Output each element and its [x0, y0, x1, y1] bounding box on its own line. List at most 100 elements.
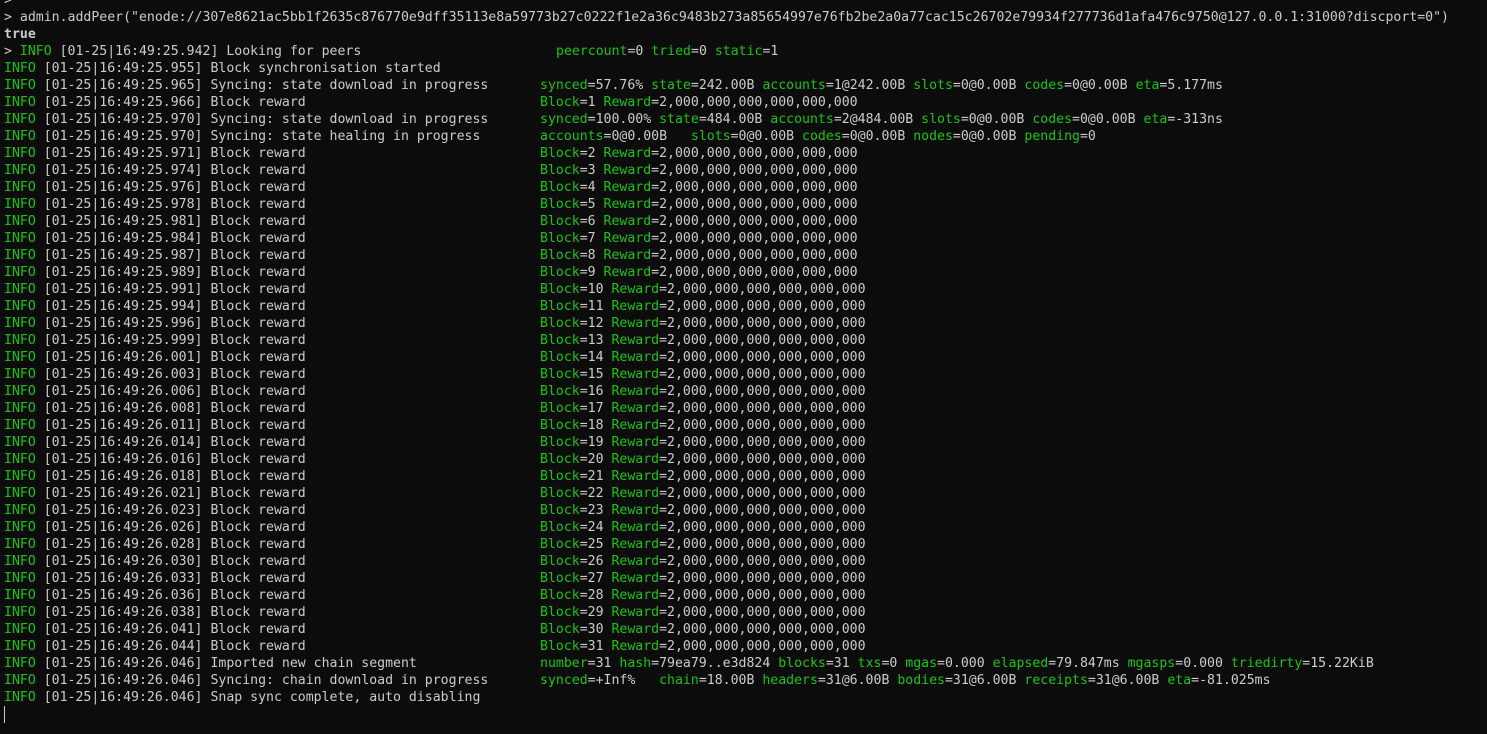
log-message: Syncing: state healing in progress	[210, 129, 481, 144]
field-value: =0@0.00B	[952, 78, 1025, 93]
log-level: INFO	[4, 78, 36, 93]
field-value: =31	[587, 656, 620, 671]
log-level: INFO	[4, 333, 36, 348]
log-message: Block reward	[210, 367, 306, 382]
field-key: Reward	[603, 248, 652, 263]
field-value: =2,000,000,000,000,000,000	[659, 367, 866, 382]
log-line: INFO [01-25|16:49:26.006] Block reward Bl…	[4, 383, 1487, 400]
log-timestamp: [01-25|16:49:26.030]	[35, 554, 211, 569]
log-message: Block reward	[210, 554, 306, 569]
field-value: =31@6.00B	[944, 673, 1025, 688]
input-line[interactable]	[4, 706, 1487, 723]
field-value: =31	[579, 639, 612, 654]
log-fields: Block=22 Reward=2,000,000,000,000,000,00…	[540, 485, 866, 502]
field-key: Reward	[603, 163, 652, 178]
field-value: =1	[762, 44, 779, 59]
field-value: =2,000,000,000,000,000,000	[659, 588, 866, 603]
field-value: =0.000	[1175, 656, 1231, 671]
log-fields: Block=5 Reward=2,000,000,000,000,000,000	[540, 196, 858, 213]
log-timestamp: [01-25|16:49:25.981]	[35, 214, 211, 229]
field-value: =18.00B	[698, 673, 763, 688]
field-value: =2,000,000,000,000,000,000	[651, 265, 858, 280]
field-key: Reward	[611, 605, 660, 620]
field-key: tried	[651, 44, 691, 59]
field-value: =15.22KiB	[1302, 656, 1374, 671]
field-value: =0@0.00B	[960, 112, 1033, 127]
field-value: =19	[579, 435, 612, 450]
log-level: INFO	[4, 214, 36, 229]
log-timestamp: [01-25|16:49:26.018]	[35, 469, 211, 484]
log-message: Block reward	[210, 588, 306, 603]
field-value: =2,000,000,000,000,000,000	[659, 520, 866, 535]
log-fields: Block=10 Reward=2,000,000,000,000,000,00…	[540, 281, 866, 298]
field-value: =25	[579, 537, 612, 552]
log-timestamp: [01-25|16:49:25.970]	[35, 112, 211, 127]
log-fields: Block=21 Reward=2,000,000,000,000,000,00…	[540, 468, 866, 485]
field-value: =2,000,000,000,000,000,000	[651, 95, 858, 110]
field-value: =12	[579, 316, 612, 331]
field-value: =20	[579, 452, 612, 467]
field-key: Block	[540, 231, 580, 246]
field-key: synced	[540, 78, 588, 93]
field-key: Reward	[603, 197, 652, 212]
field-value: =31@6.00B	[817, 673, 898, 688]
field-key: Block	[540, 197, 580, 212]
field-value: =2,000,000,000,000,000,000	[651, 146, 858, 161]
log-level: INFO	[4, 656, 36, 671]
log-timestamp: [01-25|16:49:26.006]	[35, 384, 211, 399]
terminal-window[interactable]: > > admin.addPeer("enode://307e8621ac5bb…	[0, 0, 1487, 734]
field-value: =8	[579, 248, 604, 263]
log-level: INFO	[4, 146, 36, 161]
log-fields: Block=13 Reward=2,000,000,000,000,000,00…	[540, 332, 866, 349]
log-fields: peercount=0 tried=0 static=1	[556, 43, 778, 60]
field-key: Block	[540, 605, 580, 620]
field-value: =0@0.00B	[952, 129, 1025, 144]
log-fields: Block=2 Reward=2,000,000,000,000,000,000	[540, 145, 858, 162]
field-key: Block	[540, 401, 580, 416]
field-value: =28	[579, 588, 612, 603]
log-level: INFO	[4, 248, 36, 263]
log-message: Block reward	[210, 452, 306, 467]
log-message: Block reward	[210, 571, 306, 586]
log-level: INFO	[4, 112, 36, 127]
log-fields: Block=29 Reward=2,000,000,000,000,000,00…	[540, 604, 866, 621]
field-value: =27	[579, 571, 612, 586]
field-key: Block	[540, 469, 580, 484]
field-value: =2,000,000,000,000,000,000	[651, 197, 858, 212]
log-fields: Block=25 Reward=2,000,000,000,000,000,00…	[540, 536, 866, 553]
log-line: INFO [01-25|16:49:26.030] Block reward Bl…	[4, 553, 1487, 570]
log-line: INFO [01-25|16:49:25.971] Block reward Bl…	[4, 145, 1487, 162]
log-fields: Block=3 Reward=2,000,000,000,000,000,000	[540, 162, 858, 179]
log-line: INFO [01-25|16:49:26.041] Block reward Bl…	[4, 621, 1487, 638]
log-fields: Block=18 Reward=2,000,000,000,000,000,00…	[540, 417, 866, 434]
field-value: =0@0.00B	[1064, 78, 1136, 93]
log-timestamp: [01-25|16:49:26.014]	[35, 435, 211, 450]
field-key: Block	[540, 554, 580, 569]
log-timestamp: [01-25|16:49:25.978]	[35, 197, 211, 212]
log-message: Block synchronisation started	[210, 61, 441, 76]
log-message: Imported new chain segment	[210, 656, 417, 671]
field-key: mgasps	[1127, 656, 1176, 671]
field-key: state	[659, 112, 699, 127]
log-level: INFO	[4, 129, 36, 144]
log-fields: Block=8 Reward=2,000,000,000,000,000,000	[540, 247, 858, 264]
log-level: INFO	[4, 503, 36, 518]
log-timestamp: [01-25|16:49:25.994]	[35, 299, 211, 314]
field-key: Reward	[611, 282, 660, 297]
log-line: INFO [01-25|16:49:25.999] Block reward Bl…	[4, 332, 1487, 349]
field-value: =2,000,000,000,000,000,000	[659, 282, 866, 297]
field-value: =0.000	[937, 656, 993, 671]
field-key: triedirty	[1230, 656, 1303, 671]
field-key: Block	[540, 282, 580, 297]
log-level: INFO	[4, 571, 36, 586]
log-line: INFO [01-25|16:49:25.955] Block synchron…	[4, 60, 1487, 77]
field-value: =2,000,000,000,000,000,000	[651, 248, 858, 263]
field-value: =16	[579, 384, 612, 399]
log-line: INFO [01-25|16:49:26.038] Block reward Bl…	[4, 604, 1487, 621]
field-key: Block	[540, 248, 580, 263]
log-message: Block reward	[210, 197, 306, 212]
log-line: INFO [01-25|16:49:25.991] Block reward Bl…	[4, 281, 1487, 298]
field-key: Reward	[603, 95, 652, 110]
field-key: state	[651, 78, 691, 93]
field-key: Reward	[603, 214, 652, 229]
